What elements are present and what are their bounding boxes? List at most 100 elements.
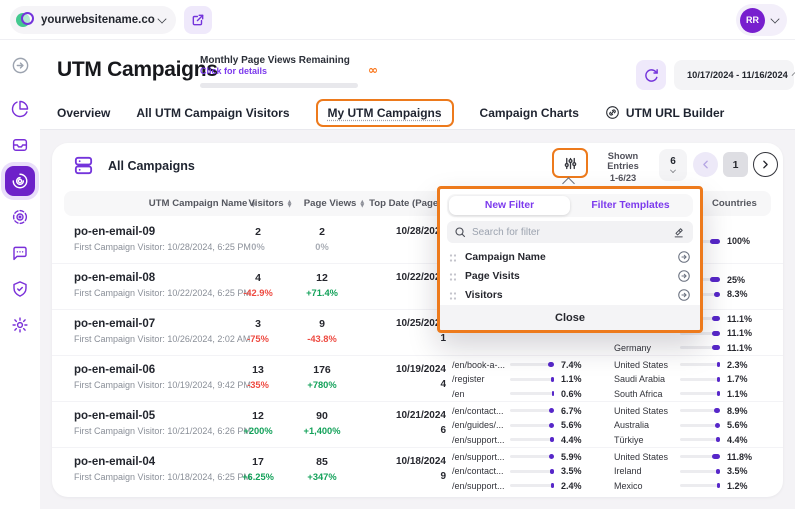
page-views-cell-change: +1,400%: [292, 426, 352, 436]
country-entry-label: Ireland: [614, 466, 680, 476]
country-entry-label: United States: [614, 360, 680, 370]
sidebar-item-inbox[interactable]: [5, 130, 35, 160]
filter-item-label: Visitors: [465, 290, 677, 301]
inbox-icon: [11, 136, 29, 154]
country-entry: United States8.9%: [614, 405, 774, 416]
site-logo: [16, 11, 34, 29]
shown-entries: Shown Entries 1-6/23: [592, 151, 654, 183]
arrow-left-icon: [699, 158, 712, 171]
page-entry-percent: 6.7%: [561, 406, 582, 416]
table-row[interactable]: po-en-email-05First Campaign Visitor: 10…: [52, 402, 783, 448]
filter-tab-filter-templates[interactable]: Filter Templates: [570, 196, 691, 215]
tab-overview[interactable]: Overview: [57, 106, 110, 120]
country-entry-bar: [680, 378, 720, 381]
page-entry-bar: [510, 484, 554, 487]
visitors-cell-value: 13: [228, 364, 288, 376]
countries-cell: United States11.8%Ireland3.5%Mexico1.2%: [614, 448, 774, 494]
clear-search-icon[interactable]: [673, 226, 686, 239]
table-row[interactable]: po-en-email-04First Campaign Visitor: 10…: [52, 448, 783, 494]
sidebar-item-goals[interactable]: [5, 202, 35, 232]
top-date-cell: 10/22/20242: [362, 272, 446, 298]
chevron-down-icon: [157, 14, 166, 23]
tab-utm-url-builder[interactable]: UTM URL Builder: [605, 105, 724, 120]
shield-icon: [11, 280, 29, 298]
filter-close-button[interactable]: Close: [440, 305, 700, 330]
filter-item-campaign-name[interactable]: Campaign Name: [449, 248, 691, 266]
drag-handle-icon[interactable]: [449, 252, 456, 263]
visitors-cell: 13-35%: [228, 364, 288, 390]
refresh-button[interactable]: [636, 60, 666, 90]
top-date-cell: 10/18/20249: [362, 456, 446, 482]
page-entry-bar: [510, 409, 554, 412]
table-row[interactable]: po-en-email-06First Campaign Visitor: 10…: [52, 356, 783, 402]
user-menu[interactable]: RR: [736, 4, 787, 36]
filter-tab-new-filter[interactable]: New Filter: [449, 196, 570, 215]
page-entry-bar: [510, 378, 554, 381]
top-date: 10/25/2024: [362, 318, 446, 329]
website-selector[interactable]: yourwebsitename.co: [10, 6, 176, 34]
visitors-cell-value: 17: [228, 456, 288, 468]
arrow-right-circle-icon[interactable]: [677, 288, 691, 302]
visitors-cell-value: 2: [228, 226, 288, 238]
sidebar: [0, 40, 40, 509]
page-number[interactable]: 1: [723, 152, 748, 177]
drag-handle-icon[interactable]: [449, 271, 456, 282]
drag-handle-icon[interactable]: [449, 290, 456, 301]
target-icon: [11, 208, 29, 226]
sidebar-item-settings[interactable]: [5, 310, 35, 340]
filter-button[interactable]: [552, 148, 588, 178]
page-entry-label: /en/support...: [452, 481, 510, 491]
filter-item-visitors[interactable]: Visitors: [449, 286, 691, 304]
site-name: yourwebsitename.co: [41, 14, 158, 26]
open-website-button[interactable]: [184, 6, 212, 34]
next-page-button[interactable]: [753, 152, 778, 177]
page-views-cell: 9-43.8%: [292, 318, 352, 344]
sidebar-item-campaigns[interactable]: [5, 166, 35, 196]
country-entry-percent: 5.6%: [727, 420, 748, 430]
page-views-cell-change: +71.4%: [292, 288, 352, 298]
topbar: yourwebsitename.co RR: [0, 0, 795, 40]
filter-items: Campaign NamePage Visits Visitors: [440, 243, 700, 305]
date-range-picker[interactable]: 10/17/2024 - 11/16/2024: [674, 60, 794, 90]
section-tabs: Overview All UTM Campaign Visitors My UTM …: [40, 96, 795, 130]
arrow-right-circle-icon[interactable]: [677, 250, 691, 264]
visitors-cell: 20%: [228, 226, 288, 252]
tab-campaign-charts[interactable]: Campaign Charts: [480, 106, 579, 120]
collapse-sidebar-button[interactable]: [5, 50, 35, 80]
top-date: 10/21/2024: [362, 410, 446, 421]
country-entry: Saudi Arabia1.7%: [614, 374, 774, 385]
arrow-right-circle-icon[interactable]: [677, 269, 691, 283]
country-entry-percent: 3.5%: [727, 466, 748, 476]
pages-cell: /en/contact...6.7%/en/guides/...5.6%/en/…: [452, 402, 608, 448]
previous-page-button[interactable]: [693, 152, 718, 177]
page-views-cell: 20%: [292, 226, 352, 252]
page-size-chevron-icon: [670, 167, 676, 173]
quota-details-link[interactable]: Click for details: [200, 66, 362, 76]
filter-item-page-visits[interactable]: Page Visits: [449, 267, 691, 285]
page-entry-bar: [510, 455, 554, 458]
search-icon: [454, 226, 466, 238]
sidebar-item-privacy[interactable]: [5, 274, 35, 304]
external-link-icon: [191, 13, 205, 27]
country-entry: South Africa1.1%: [614, 388, 774, 399]
visitors-cell-change: 0%: [228, 242, 288, 252]
country-entry-bar: [680, 363, 720, 366]
sidebar-item-dashboard[interactable]: [5, 94, 35, 124]
country-entry: Germany11.1%: [614, 342, 774, 353]
filter-search-input[interactable]: [472, 227, 667, 238]
page-entry-bar: [510, 438, 554, 441]
tab-my-utm-campaigns[interactable]: My UTM Campaigns: [316, 99, 454, 127]
pie-chart-icon: [11, 100, 29, 118]
pages-cell: /en/book-a-...7.4%/register1.1%/en0.6%: [452, 356, 608, 402]
page-entry-percent: 2.4%: [561, 481, 582, 491]
visitors-cell: 4-42.9%: [228, 272, 288, 298]
page-size-select[interactable]: 6: [659, 149, 687, 181]
country-entry-percent: 100%: [727, 236, 750, 246]
top-date: 10/19/2024: [362, 364, 446, 375]
top-date-views: 2: [362, 241, 446, 252]
tab-all-utm-campaign-visitors[interactable]: All UTM Campaign Visitors: [136, 106, 289, 120]
page-entry-percent: 1.1%: [561, 374, 582, 384]
sidebar-item-feedback[interactable]: [5, 238, 35, 268]
country-entry: Türkiye4.4%: [614, 434, 774, 445]
country-entry-percent: 11.1%: [727, 314, 752, 324]
